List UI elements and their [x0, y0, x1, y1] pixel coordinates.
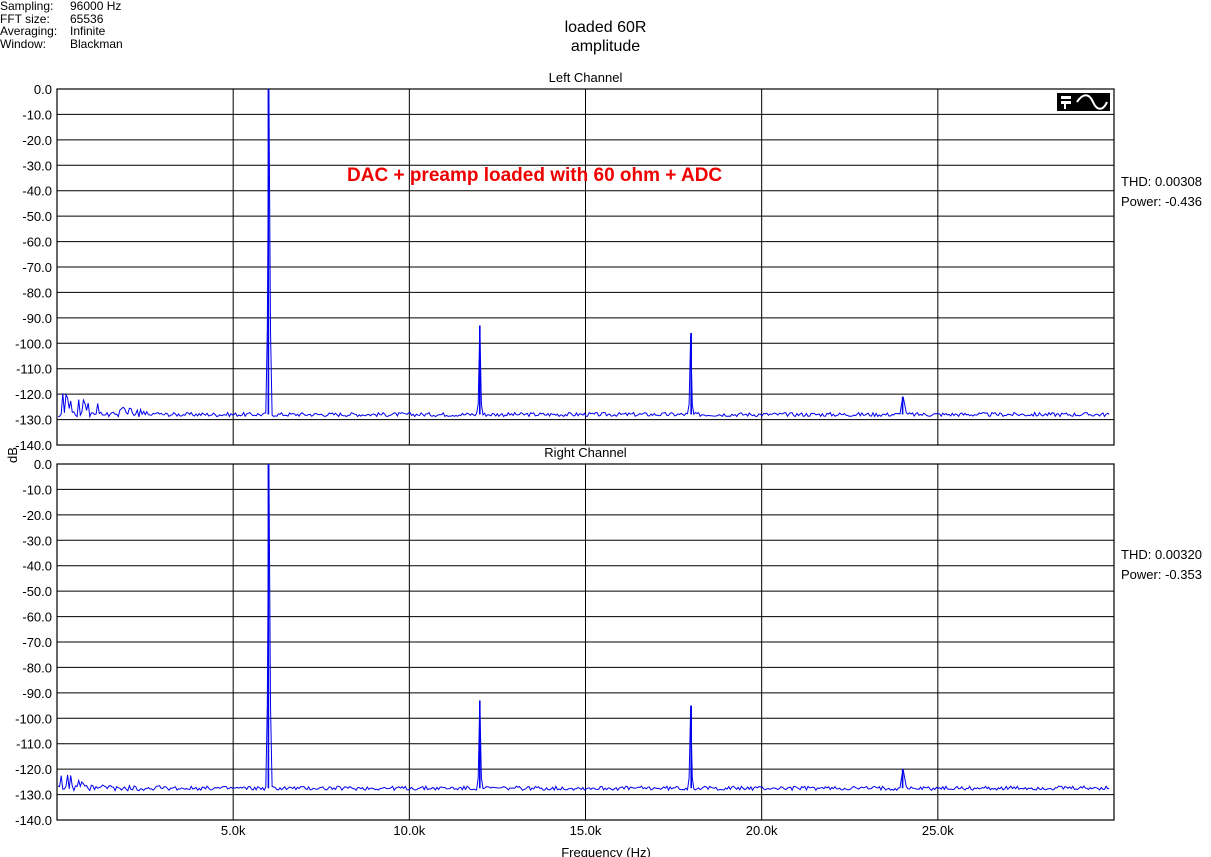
- y-tick-label: -90.0: [22, 686, 52, 701]
- y-tick-label: -100.0: [15, 711, 52, 726]
- y-tick-label: 0.0: [34, 82, 52, 97]
- y-axis-label: dB: [5, 447, 20, 463]
- x-axis-label: Frequency (Hz): [561, 845, 651, 857]
- x-tick-label: 15.0k: [570, 823, 602, 838]
- y-tick-label: -60.0: [22, 235, 52, 250]
- spectrum-plot: Left Channel 0.0 -10.0 -20.0 -30.0 -40.0 -50.0…: [5, 70, 1115, 857]
- y-tick-label: -40.0: [22, 559, 52, 574]
- x-tick-label: 20.0k: [746, 823, 778, 838]
- left-spectrum-trace: [57, 88, 1110, 419]
- left-power-value: Power: -0.436: [1121, 194, 1202, 209]
- y-tick-label: -30.0: [22, 533, 52, 548]
- right-spectrum-trace: [57, 463, 1110, 792]
- y-tick-label: -140.0: [15, 813, 52, 828]
- y-tick-label: -10.0: [22, 482, 52, 497]
- y-tick-label: -120.0: [15, 762, 52, 777]
- left-thd-value: THD: 0.00308: [1121, 174, 1202, 189]
- y-tick-label: -90.0: [22, 311, 52, 326]
- left-channel-stats: THD: 0.00308 Power: -0.436: [1121, 172, 1202, 212]
- y-tick-label: -70.0: [22, 260, 52, 275]
- y-tick-label: -70.0: [22, 635, 52, 650]
- y-tick-label: -40.0: [22, 184, 52, 199]
- y-tick-label: -50.0: [22, 209, 52, 224]
- left-channel-title: Left Channel: [549, 70, 623, 85]
- right-power-value: Power: -0.353: [1121, 567, 1202, 582]
- right-channel-title: Right Channel: [544, 445, 626, 460]
- y-tick-label: -20.0: [22, 133, 52, 148]
- y-tick-label: -120.0: [15, 387, 52, 402]
- right-thd-value: THD: 0.00320: [1121, 547, 1202, 562]
- y-tick-label: -20.0: [22, 508, 52, 523]
- y-tick-label: -10.0: [22, 107, 52, 122]
- y-tick-label: -110.0: [16, 362, 52, 377]
- x-tick-label: 5.0k: [221, 823, 246, 838]
- y-tick-label: -60.0: [22, 610, 52, 625]
- y-tick-label: -50.0: [22, 584, 52, 599]
- meter-icon[interactable]: [1057, 93, 1110, 111]
- chart-annotation: DAC + preamp loaded with 60 ohm + ADC: [347, 165, 722, 186]
- x-tick-label: 25.0k: [922, 823, 954, 838]
- right-channel-stats: THD: 0.00320 Power: -0.353: [1121, 545, 1202, 585]
- y-tick-label: 0.0: [34, 457, 52, 472]
- x-tick-label: 10.0k: [393, 823, 425, 838]
- y-tick-label: -100.0: [15, 336, 52, 351]
- y-tick-label: -110.0: [16, 737, 52, 752]
- y-tick-label: -140.0: [15, 438, 52, 453]
- y-tick-label: -80.0: [22, 285, 52, 300]
- y-tick-label: -30.0: [22, 158, 52, 173]
- y-tick-label: -130.0: [15, 413, 52, 428]
- y-tick-label: -80.0: [22, 660, 52, 675]
- y-tick-label: -130.0: [15, 788, 52, 803]
